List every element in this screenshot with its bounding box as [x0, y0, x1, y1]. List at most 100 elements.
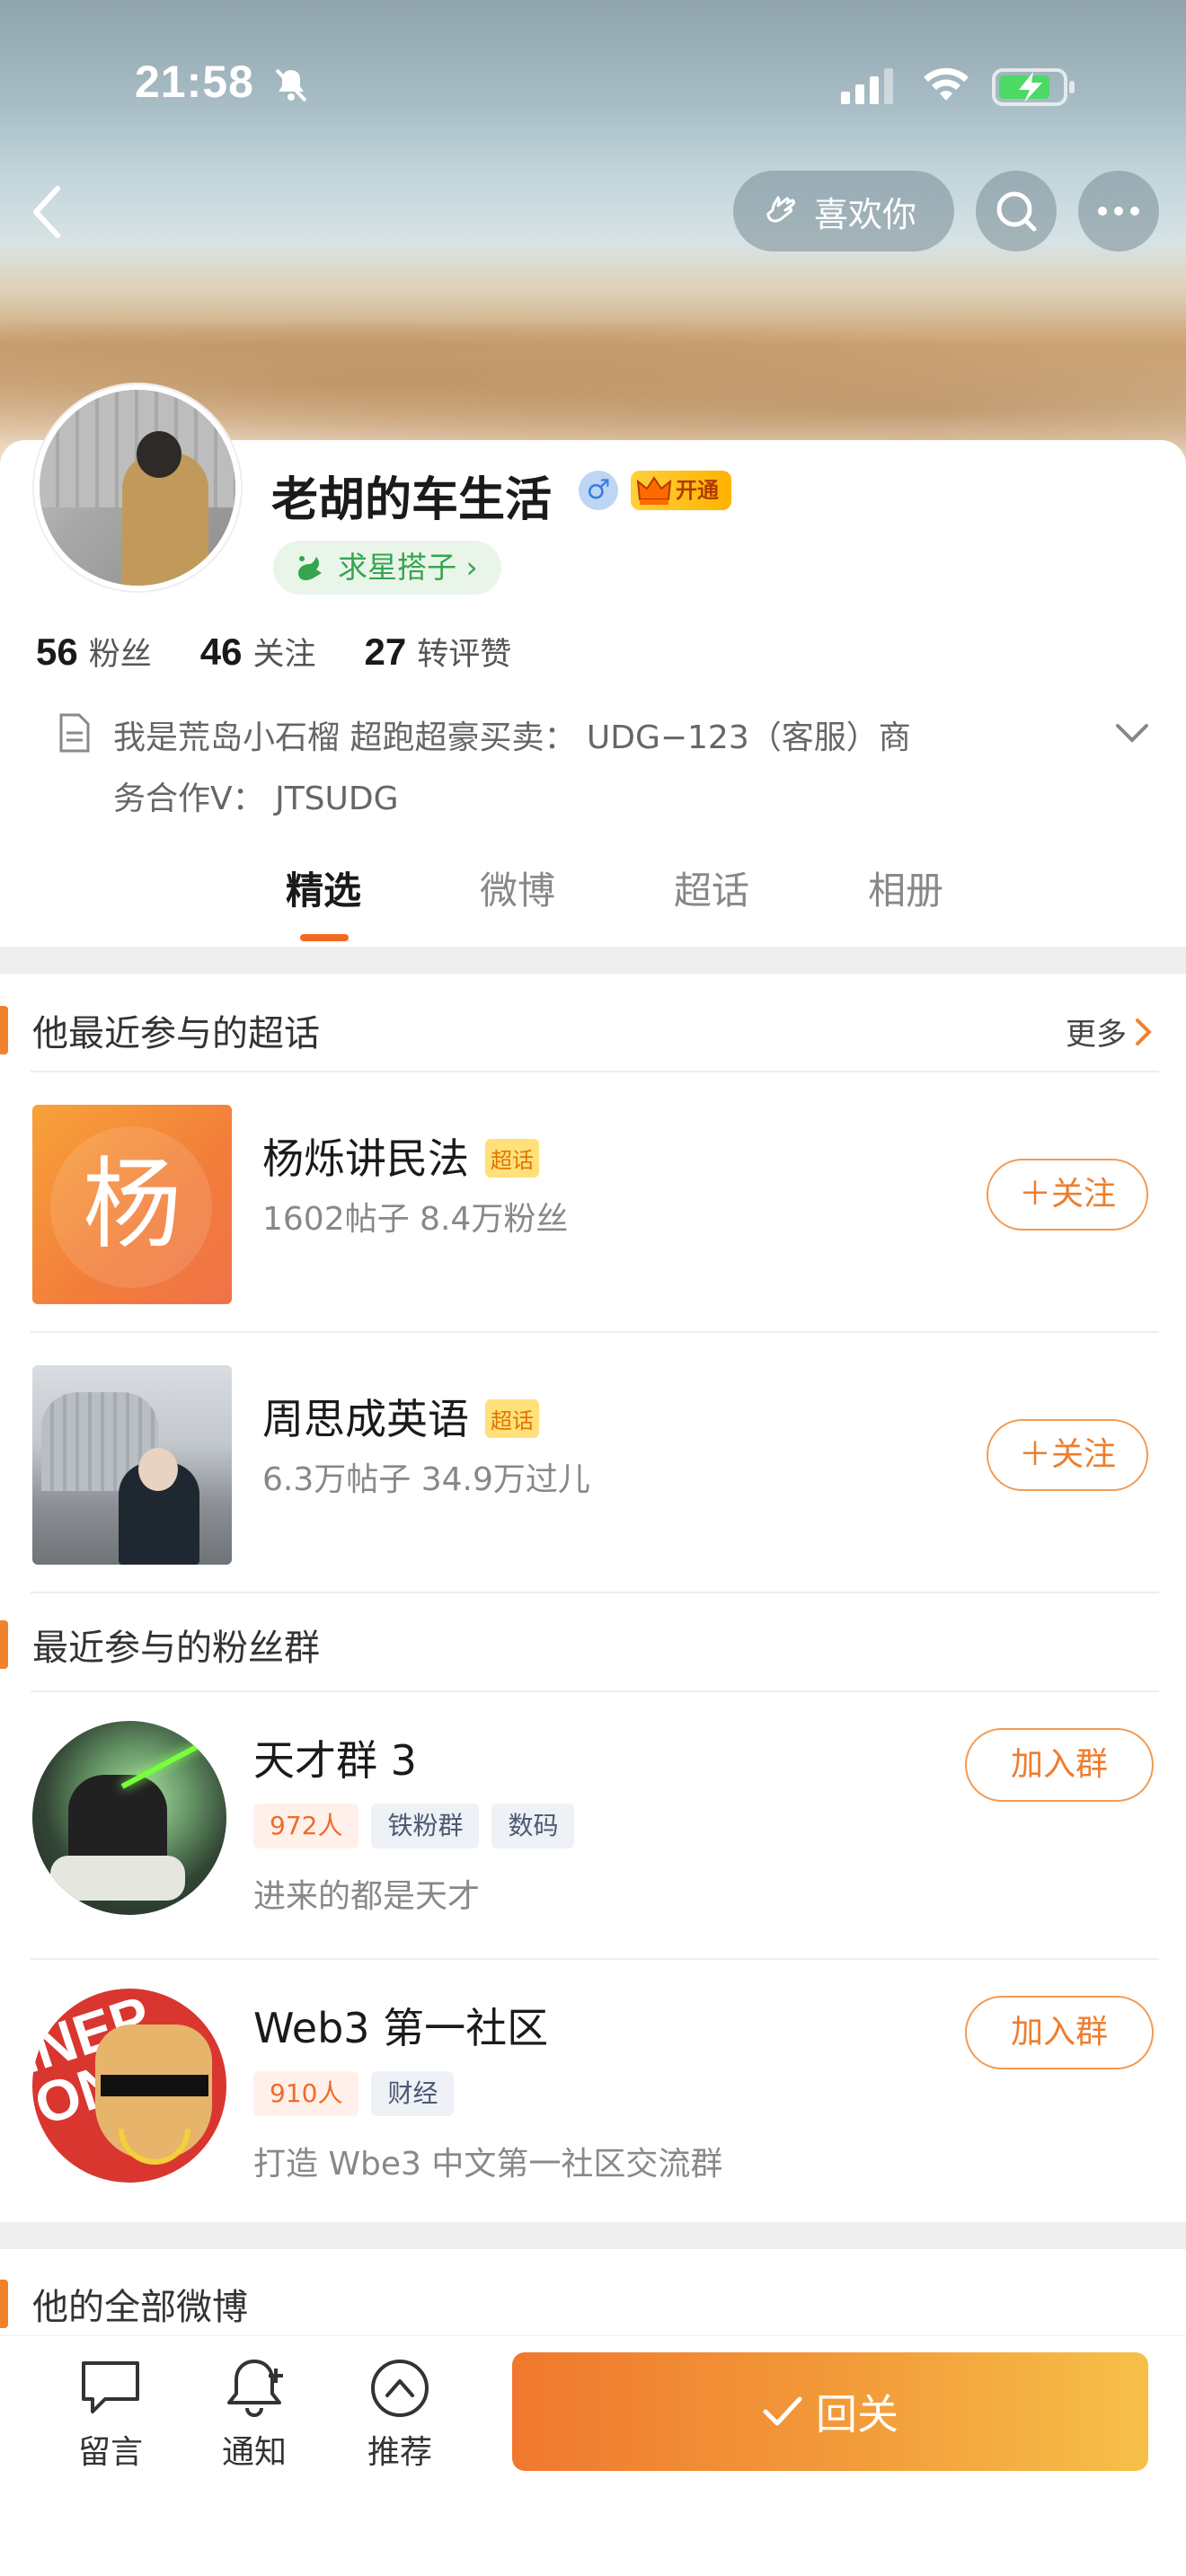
tab-supertopic[interactable]: 超话	[615, 860, 809, 941]
profile-stats: 56 粉丝 46 关注 27 转评赞	[36, 629, 511, 675]
recommend-button[interactable]: 推荐	[350, 2356, 449, 2473]
bell-plus-icon	[227, 2360, 283, 2417]
cellular-signal-icon	[841, 68, 893, 104]
group-category-chip: 财经	[371, 2071, 455, 2116]
group-name: Web3 第一社区	[253, 2004, 549, 2052]
section-accent-bar	[0, 1620, 8, 1669]
member-count-chip: 972人	[253, 1804, 359, 1848]
follow-button[interactable]: ＋关注	[987, 1159, 1148, 1231]
vip-open-label: 开通	[676, 478, 719, 503]
more-button[interactable]	[1078, 171, 1159, 251]
stat-reposts-likes[interactable]: 27 转评赞	[364, 629, 511, 675]
comment-label: 留言	[77, 2434, 143, 2471]
notify-label: 通知	[221, 2434, 287, 2471]
group-type-chip: 铁粉群	[371, 1804, 480, 1848]
join-group-button[interactable]: 加入群	[965, 1996, 1154, 2069]
avatar-head	[137, 431, 181, 478]
group-chips: 910人 财经	[253, 2071, 455, 2116]
supertopic-thumbnail	[32, 1365, 232, 1565]
supertopic-name: 杨烁讲民法 超话	[262, 1126, 539, 1186]
stat-label: 转评赞	[417, 637, 512, 673]
male-icon: ♂	[579, 471, 618, 510]
bio-line: 我是荒岛小石榴 超跑超豪买卖： UDG−123（客服）商	[113, 719, 911, 756]
search-button[interactable]	[976, 171, 1057, 251]
notify-button[interactable]: 通知	[205, 2356, 304, 2473]
stat-value: 46	[199, 631, 243, 673]
comment-button[interactable]: 留言	[61, 2356, 160, 2473]
profile-name: 老胡的车生活	[271, 473, 553, 527]
group-name: 天才群 3	[253, 1736, 417, 1785]
stat-value: 56	[36, 631, 78, 673]
supertopic-row[interactable]: 杨 杨烁讲民法 超话 1602帖子 8.4万粉丝 ＋关注	[0, 1072, 1186, 1333]
section-accent-bar	[0, 1006, 8, 1054]
star-hand-icon	[298, 556, 322, 580]
section-title: 最近参与的粉丝群	[32, 1628, 320, 1669]
bottom-action-bar: 留言 通知 推荐 回关	[0, 2335, 1186, 2576]
chevron-down-icon[interactable]	[1112, 717, 1152, 749]
tab-album[interactable]: 相册	[809, 860, 1003, 941]
tab-featured[interactable]: 精选	[226, 860, 420, 941]
checkmark-icon	[763, 2396, 802, 2426]
avatar-legs	[50, 1856, 185, 1901]
supertopic-name-text: 周思成英语	[262, 1395, 469, 1443]
group-chips: 972人 铁粉群 数码	[253, 1804, 575, 1848]
group-avatar: INEP ON W	[32, 1989, 226, 2183]
supertopics-header: 他最近参与的超话 更多	[0, 979, 1186, 1078]
tab-weibo[interactable]: 微博	[420, 860, 615, 941]
supertopic-thumbnail: 杨	[32, 1105, 232, 1304]
profile-tabs: 精选 微博 超话 相册	[226, 860, 1003, 941]
stat-fans[interactable]: 56 粉丝	[36, 629, 152, 675]
member-count-chip: 910人	[253, 2071, 359, 2116]
supertopic-meta: 1602帖子 8.4万粉丝	[262, 1201, 569, 1238]
thumbnail-face	[138, 1448, 178, 1491]
stat-following[interactable]: 46 关注	[200, 629, 316, 675]
avatar-chain	[119, 2129, 190, 2165]
star-partner-pill[interactable]: 求星搭子 ›	[273, 541, 501, 595]
status-time: 21:58	[135, 57, 254, 107]
supertopic-meta: 6.3万帖子 34.9万过儿	[262, 1461, 590, 1498]
bio-line: 务合作V： JTSUDG	[113, 781, 399, 817]
bell-off-icon	[275, 68, 307, 102]
stat-value: 27	[364, 631, 407, 673]
supertopic-tag: 超话	[485, 1399, 539, 1438]
vip-open-badge[interactable]: 开通	[631, 471, 731, 510]
like-you-button[interactable]: 喜欢你	[733, 171, 954, 251]
profile-bio[interactable]: 我是荒岛小石榴 超跑超豪买卖： UDG−123（客服）商 务合作V： JTSUD…	[113, 708, 1012, 830]
star-pill-label: 求星搭子	[338, 550, 456, 585]
avatar[interactable]	[34, 384, 241, 591]
follow-back-label: 回关	[816, 2390, 898, 2439]
chevron-right-icon	[1136, 1018, 1152, 1045]
section-divider	[0, 947, 1186, 974]
wifi-icon	[924, 67, 969, 101]
more-label: 更多	[1066, 1017, 1127, 1053]
group-description: 打造 Wbe3 中文第一社区交流群	[253, 2146, 723, 2183]
section-title: 他最近参与的超话	[32, 1013, 320, 1054]
follow-button[interactable]: ＋关注	[987, 1419, 1148, 1491]
stat-label: 粉丝	[88, 637, 152, 673]
like-you-label: 喜欢你	[814, 194, 917, 234]
follow-back-button[interactable]: 回关	[512, 2352, 1148, 2471]
more-link[interactable]: 更多	[1066, 1010, 1154, 1054]
battery-charging-icon	[992, 68, 1075, 106]
fan-groups-header: 最近参与的粉丝群	[0, 1593, 1186, 1692]
supertopic-name-text: 杨烁讲民法	[262, 1134, 469, 1183]
avatar-laser	[120, 1725, 226, 1789]
section-title: 他的全部微博	[32, 2287, 248, 2328]
group-category-chip: 数码	[491, 1804, 575, 1848]
fan-group-row[interactable]: 天才群 3 972人 铁粉群 数码 进来的都是天才 加入群	[0, 1692, 1186, 1958]
group-avatar	[32, 1721, 226, 1915]
back-button[interactable]	[23, 176, 74, 248]
recommend-label: 推荐	[367, 2434, 432, 2471]
stat-label: 关注	[252, 637, 316, 673]
document-icon	[59, 713, 90, 753]
chevron-right-icon: ›	[465, 550, 478, 585]
group-description: 进来的都是天才	[253, 1878, 481, 1915]
search-icon	[996, 191, 1037, 232]
fan-group-row[interactable]: INEP ON W Web3 第一社区 910人 财经 打造 Wbe3 中文第一…	[0, 1960, 1186, 2226]
section-accent-bar	[0, 2280, 8, 2328]
supertopic-name: 周思成英语 超话	[262, 1387, 539, 1446]
section-divider	[0, 2222, 1186, 2249]
supertopic-row[interactable]: 周思成英语 超话 6.3万帖子 34.9万过儿 ＋关注	[0, 1333, 1186, 1593]
hand-heart-icon	[766, 196, 795, 223]
join-group-button[interactable]: 加入群	[965, 1728, 1154, 1802]
